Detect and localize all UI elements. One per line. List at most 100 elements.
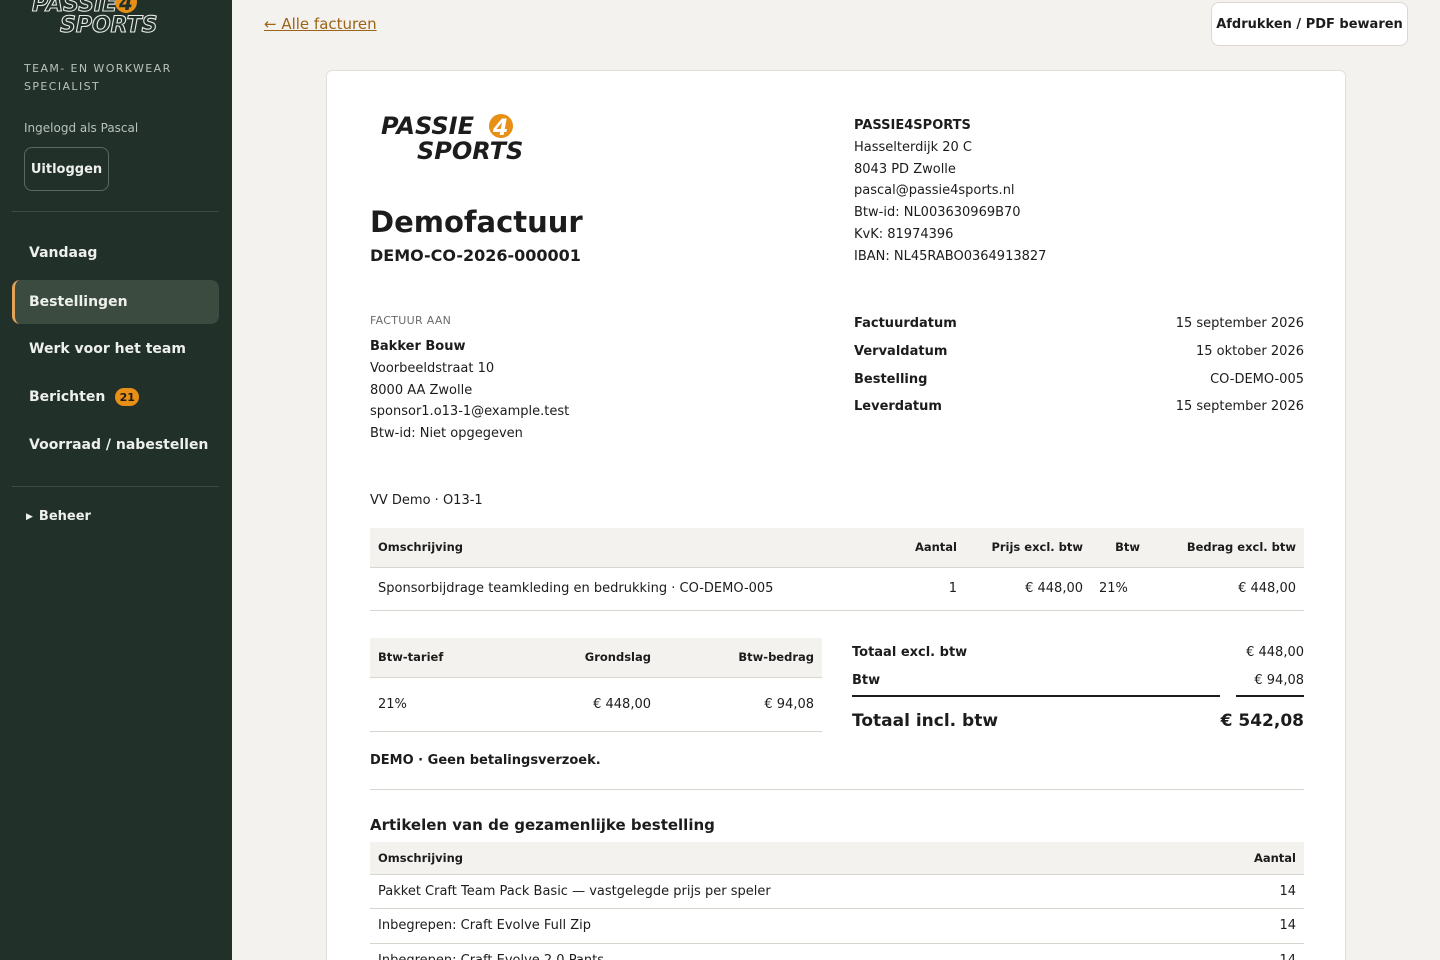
- seller-street: Hasselterdijk 20 C: [854, 139, 972, 155]
- seller-iban: IBAN: NL45RABO0364913827: [854, 248, 1047, 264]
- table-row: 21% € 448,00 € 94,08: [370, 677, 822, 732]
- seller-kvk: KvK: 81974396: [854, 226, 954, 242]
- sidebar-item-label: Berichten: [29, 389, 106, 405]
- sidebar-item-label: Werk voor het team: [29, 341, 186, 357]
- sidebar-item-voorraad[interactable]: Voorraad / nabestellen: [12, 423, 219, 467]
- table-cell: € 94,08: [659, 677, 822, 732]
- total-vat-row: Btw € 94,08: [852, 666, 1304, 694]
- table-cell: Inbegrepen: Craft Evolve 2.0 Pants: [370, 943, 1204, 960]
- column-header: Aantal: [1204, 842, 1304, 875]
- column-header: Aantal: [875, 528, 965, 568]
- beheer-toggle[interactable]: ▶ Beheer: [26, 509, 91, 524]
- column-header: Btw: [1091, 528, 1148, 568]
- table-cell: 14: [1204, 908, 1304, 944]
- total-incl-row: Totaal incl. btw € 542,08: [852, 711, 1304, 731]
- meta-row-order: Bestelling CO-DEMO-005: [854, 365, 1304, 393]
- column-header: Prijs excl. btw: [965, 528, 1091, 568]
- sidebar-item-label: Bestellingen: [29, 294, 128, 310]
- invoice-lines-table: Omschrijving Aantal Prijs excl. btw Btw …: [370, 528, 1304, 611]
- column-header: Btw-tarief: [370, 638, 509, 678]
- meta-value: 15 september 2026: [1175, 399, 1304, 415]
- column-header: Grondslag: [509, 638, 659, 678]
- sidebar-item-werk-voor-het-team[interactable]: Werk voor het team: [12, 327, 219, 371]
- sidebar-item-bestellingen[interactable]: Bestellingen: [12, 280, 219, 324]
- invoice-logo: PASSIE 4 SPORTS: [379, 112, 549, 165]
- total-label: Totaal excl. btw: [852, 644, 968, 660]
- buyer-address: Bakker Bouw Voorbeeldstraat 10 8000 AA Z…: [370, 336, 569, 445]
- seller-address: PASSIE4SPORTS Hasselterdijk 20 C 8043 PD…: [854, 115, 1046, 268]
- meta-value: 15 oktober 2026: [1195, 344, 1304, 360]
- sidebar: PASSIE 4 SPORTS TEAM- EN WORKWEAR SPECIA…: [0, 0, 232, 960]
- buyer-vat-id: Btw-id: Niet opgegeven: [370, 426, 523, 442]
- invoice-number: DEMO-CO-2026-000001: [370, 246, 581, 265]
- meta-label: Vervaldatum: [854, 344, 948, 360]
- buyer-city: 8000 AA Zwolle: [370, 382, 473, 398]
- column-header: Bedrag excl. btw: [1148, 528, 1304, 568]
- svg-text:SPORTS: SPORTS: [60, 13, 157, 38]
- grand-total-label: Totaal incl. btw: [852, 711, 999, 731]
- back-to-invoices-link[interactable]: ← Alle facturen: [264, 15, 377, 33]
- invoice-reference: VV Demo · O13-1: [370, 493, 483, 508]
- svg-text:SPORTS: SPORTS: [417, 137, 523, 165]
- unread-count-badge: 21: [115, 388, 140, 406]
- buyer-name: Bakker Bouw: [370, 339, 466, 354]
- sidebar-item-label: Vandaag: [29, 245, 98, 261]
- total-excl-row: Totaal excl. btw € 448,00: [852, 638, 1304, 666]
- divider: [1236, 695, 1304, 697]
- table-row: Inbegrepen: Craft Evolve Full Zip 14: [370, 908, 1304, 944]
- passie4sports-logo-icon: PASSIE 4 SPORTS: [31, 0, 158, 39]
- meta-value: 15 september 2026: [1175, 316, 1304, 332]
- buyer-street: Voorbeeldstraat 10: [370, 360, 495, 376]
- table-cell: Sponsorbijdrage teamkleding en bedrukkin…: [370, 567, 875, 611]
- invoice-meta: Factuurdatum 15 september 2026 Vervaldat…: [854, 310, 1304, 421]
- table-cell: € 448,00: [965, 567, 1091, 611]
- demo-note: DEMO · Geen betalingsverzoek.: [370, 753, 601, 768]
- sidebar-divider: [12, 211, 219, 212]
- table-cell: 21%: [1091, 567, 1148, 611]
- invoice-totals: Totaal excl. btw € 448,00 Btw € 94,08 To…: [852, 638, 1304, 731]
- meta-label: Factuurdatum: [854, 316, 957, 332]
- table-row: Pakket Craft Team Pack Basic — vastgeleg…: [370, 874, 1304, 909]
- total-value: € 94,08: [1254, 672, 1304, 688]
- seller-vat-id: Btw-id: NL003630969B70: [854, 205, 1021, 221]
- sidebar-item-berichten[interactable]: Berichten 21: [12, 375, 219, 419]
- section-divider: [370, 789, 1304, 790]
- total-rule: [852, 695, 1304, 697]
- invoice-title: Demofactuur: [370, 205, 583, 239]
- passie4sports-logo-icon: PASSIE 4 SPORTS: [381, 112, 523, 165]
- table-row: Inbegrepen: Craft Evolve 2.0 Pants 14: [370, 943, 1304, 960]
- meta-label: Bestelling: [854, 371, 928, 387]
- sidebar-item-label: Voorraad / nabestellen: [29, 437, 209, 453]
- table-header-row: Btw-tarief Grondslag Btw-bedrag: [370, 638, 822, 678]
- logout-button[interactable]: Uitloggen: [24, 147, 109, 191]
- triangle-right-icon: ▶: [26, 511, 33, 522]
- beheer-label: Beheer: [38, 509, 91, 524]
- meta-label: Leverdatum: [854, 399, 942, 415]
- tagline: TEAM- EN WORKWEAR SPECIALIST: [24, 62, 172, 93]
- total-label: Btw: [852, 672, 881, 688]
- meta-row-due-date: Vervaldatum 15 oktober 2026: [854, 338, 1304, 366]
- logged-in-text: Ingelogd als Pascal: [24, 121, 139, 135]
- seller-city: 8043 PD Zwolle: [854, 161, 956, 177]
- bill-to-label: FACTUUR AAN: [370, 314, 452, 327]
- seller-name: PASSIE4SPORTS: [854, 118, 971, 133]
- grand-total-value: € 542,08: [1220, 711, 1304, 731]
- table-cell: 14: [1204, 874, 1304, 909]
- table-cell: € 448,00: [1148, 567, 1304, 611]
- table-row: Sponsorbijdrage teamkleding en bedrukkin…: [370, 567, 1304, 611]
- table-header-row: Omschrijving Aantal Prijs excl. btw Btw …: [370, 528, 1304, 568]
- sidebar-item-vandaag[interactable]: Vandaag: [12, 231, 219, 275]
- column-header: Omschrijving: [370, 842, 1204, 875]
- sidebar-divider: [12, 486, 219, 487]
- articles-table: Omschrijving Aantal Pakket Craft Team Pa…: [370, 842, 1304, 960]
- sidebar-logo[interactable]: PASSIE 4 SPORTS: [30, 0, 170, 39]
- vat-breakdown-table: Btw-tarief Grondslag Btw-bedrag 21% € 44…: [370, 638, 822, 732]
- buyer-email: sponsor1.o13-1@example.test: [370, 404, 570, 420]
- meta-row-delivery-date: Leverdatum 15 september 2026: [854, 393, 1304, 421]
- invoice-document: PASSIE 4 SPORTS Demofactuur DEMO-CO-2026…: [326, 70, 1346, 960]
- print-pdf-button[interactable]: Afdrukken / PDF bewaren: [1211, 2, 1408, 46]
- column-header: Omschrijving: [370, 528, 875, 568]
- table-cell: € 448,00: [509, 677, 659, 732]
- column-header: Btw-bedrag: [659, 638, 822, 678]
- table-cell: Pakket Craft Team Pack Basic — vastgeleg…: [370, 874, 1204, 909]
